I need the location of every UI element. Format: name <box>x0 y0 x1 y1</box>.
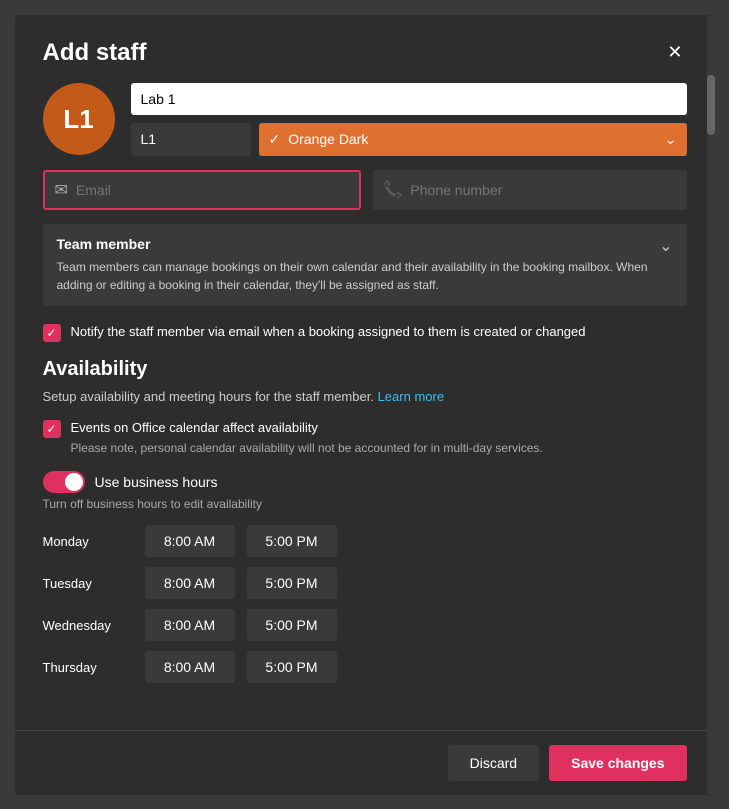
phone-input[interactable] <box>410 182 676 198</box>
phone-field-container: 📞 <box>373 170 687 210</box>
role-description: Team members can manage bookings on thei… <box>57 258 660 294</box>
day-label-thursday: Thursday <box>43 660 133 675</box>
initials-input[interactable] <box>131 123 251 156</box>
calendar-checkbox-label: Events on Office calendar affect availab… <box>71 418 543 438</box>
notify-checkbox-row: ✓ Notify the staff member via email when… <box>43 322 687 342</box>
color-checkmark: ✓ <box>269 131 281 148</box>
calendar-checkbox-row: ✓ Events on Office calendar affect avail… <box>43 418 687 456</box>
notify-checkbox[interactable]: ✓ <box>43 324 61 342</box>
scrollbar-track <box>707 15 715 795</box>
email-field-container: ✉ <box>43 170 361 210</box>
role-section: Team member Team members can manage book… <box>43 224 687 306</box>
profile-row: L1 ✓ Orange Dark ⌄ <box>43 83 687 156</box>
wednesday-end-time[interactable]: 5:00 PM <box>247 609 337 641</box>
monday-end-time[interactable]: 5:00 PM <box>247 525 337 557</box>
name-color-row: ✓ Orange Dark ⌄ <box>131 123 687 156</box>
availability-desc: Setup availability and meeting hours for… <box>43 389 687 404</box>
phone-icon: 📞 <box>383 180 403 200</box>
calendar-checkmark: ✓ <box>46 422 56 436</box>
avatar: L1 <box>43 83 115 155</box>
full-name-input[interactable] <box>131 83 687 115</box>
availability-desc-text: Setup availability and meeting hours for… <box>43 389 374 404</box>
schedule-row-monday: Monday 8:00 AM 5:00 PM <box>43 525 687 557</box>
modal-title: Add staff <box>43 39 147 67</box>
wednesday-start-time[interactable]: 8:00 AM <box>145 609 235 641</box>
toggle-knob <box>65 473 83 491</box>
day-label-monday: Monday <box>43 534 133 549</box>
business-hours-toggle-row: Use business hours <box>43 471 687 493</box>
availability-section: Availability Setup availability and meet… <box>43 358 687 684</box>
chevron-down-icon: ⌄ <box>665 131 677 148</box>
modal-header: Add staff ✕ <box>15 15 715 67</box>
role-title: Team member <box>57 236 660 252</box>
schedule-row-thursday: Thursday 8:00 AM 5:00 PM <box>43 651 687 683</box>
thursday-start-time[interactable]: 8:00 AM <box>145 651 235 683</box>
email-input[interactable] <box>76 182 349 198</box>
close-button[interactable]: ✕ <box>663 39 686 65</box>
tuesday-start-time[interactable]: 8:00 AM <box>145 567 235 599</box>
role-header: Team member Team members can manage book… <box>57 236 673 294</box>
email-icon: ✉ <box>55 180 68 200</box>
discard-button[interactable]: Discard <box>448 745 539 781</box>
schedule-row-wednesday: Wednesday 8:00 AM 5:00 PM <box>43 609 687 641</box>
monday-start-time[interactable]: 8:00 AM <box>145 525 235 557</box>
add-staff-modal: Add staff ✕ L1 ✓ Orange Dark ⌄ <box>15 15 715 795</box>
scrollbar-thumb[interactable] <box>707 75 715 135</box>
business-hours-toggle[interactable] <box>43 471 85 493</box>
learn-more-link[interactable]: Learn more <box>378 389 444 404</box>
thursday-end-time[interactable]: 5:00 PM <box>247 651 337 683</box>
schedule-row-tuesday: Tuesday 8:00 AM 5:00 PM <box>43 567 687 599</box>
calendar-note: Please note, personal calendar availabil… <box>71 441 543 455</box>
notify-label: Notify the staff member via email when a… <box>71 322 586 342</box>
toggle-hint: Turn off business hours to edit availabi… <box>43 497 687 511</box>
modal-footer: Discard Save changes <box>15 730 715 795</box>
contact-row: ✉ 📞 <box>43 170 687 210</box>
notify-checkmark: ✓ <box>46 326 56 340</box>
tuesday-end-time[interactable]: 5:00 PM <box>247 567 337 599</box>
name-fields: ✓ Orange Dark ⌄ <box>131 83 687 156</box>
color-label: Orange Dark <box>288 131 368 147</box>
business-hours-label: Use business hours <box>95 474 218 490</box>
role-chevron-icon[interactable]: ⌄ <box>659 236 672 256</box>
day-label-wednesday: Wednesday <box>43 618 133 633</box>
availability-title: Availability <box>43 358 687 381</box>
schedule-table: Monday 8:00 AM 5:00 PM Tuesday 8:00 AM 5… <box>43 525 687 683</box>
color-select-dropdown[interactable]: ✓ Orange Dark ⌄ <box>259 123 687 156</box>
save-button[interactable]: Save changes <box>549 745 686 781</box>
modal-body: L1 ✓ Orange Dark ⌄ ✉ <box>15 67 715 730</box>
day-label-tuesday: Tuesday <box>43 576 133 591</box>
calendar-checkbox[interactable]: ✓ <box>43 420 61 438</box>
